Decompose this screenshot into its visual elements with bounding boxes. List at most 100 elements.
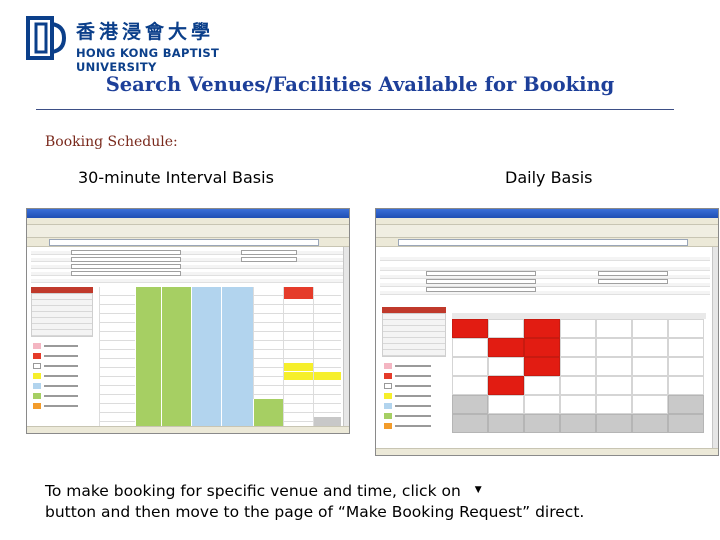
form-row bbox=[31, 279, 343, 283]
form-row bbox=[380, 257, 710, 261]
day-cell[interactable] bbox=[596, 357, 632, 376]
day-cell[interactable] bbox=[632, 319, 668, 338]
legend-swatch bbox=[33, 373, 41, 379]
day-cell[interactable] bbox=[668, 376, 704, 395]
day-cell[interactable] bbox=[524, 376, 560, 395]
legend-text bbox=[395, 425, 431, 427]
logo-english-name: HONG KONG BAPTIST UNIVERSITY bbox=[76, 46, 220, 74]
legend-text bbox=[44, 365, 78, 367]
day-column bbox=[161, 287, 191, 427]
day-cell[interactable] bbox=[596, 395, 632, 414]
browser-statusbar bbox=[376, 448, 718, 455]
day-cell[interactable] bbox=[524, 338, 560, 357]
browser-titlebar bbox=[376, 209, 718, 218]
day-cell[interactable] bbox=[668, 319, 704, 338]
day-cell[interactable] bbox=[488, 338, 524, 357]
day-cell[interactable] bbox=[488, 357, 524, 376]
browser-toolbar bbox=[376, 225, 718, 238]
day-cell[interactable] bbox=[488, 414, 524, 433]
select-field bbox=[71, 271, 181, 276]
day-cell[interactable] bbox=[452, 414, 488, 433]
day-cell[interactable] bbox=[596, 376, 632, 395]
mini-calendar bbox=[31, 293, 93, 337]
pending-slot bbox=[314, 372, 341, 380]
select-field bbox=[598, 279, 668, 284]
day-cell[interactable] bbox=[560, 376, 596, 395]
day-cell[interactable] bbox=[668, 338, 704, 357]
select-field bbox=[241, 250, 297, 255]
select-field bbox=[426, 287, 536, 292]
day-column bbox=[283, 287, 313, 427]
hkbu-logo: 香港浸會大學 HONG KONG BAPTIST UNIVERSITY bbox=[24, 14, 234, 74]
select-field bbox=[426, 271, 536, 276]
day-cell[interactable] bbox=[524, 395, 560, 414]
screenshot-interval-schedule bbox=[26, 208, 350, 434]
day-column bbox=[221, 287, 253, 427]
day-cell[interactable] bbox=[524, 357, 560, 376]
day-cell[interactable] bbox=[596, 338, 632, 357]
mini-calendar bbox=[382, 313, 446, 357]
pending-slot bbox=[284, 372, 313, 380]
day-cell[interactable] bbox=[560, 414, 596, 433]
legend-swatch bbox=[33, 403, 41, 409]
scrollbar[interactable] bbox=[343, 247, 349, 426]
day-cell[interactable] bbox=[632, 395, 668, 414]
day-cell[interactable] bbox=[596, 319, 632, 338]
legend-text bbox=[395, 365, 431, 367]
select-field bbox=[426, 279, 536, 284]
select-field bbox=[71, 264, 181, 269]
day-cell[interactable] bbox=[452, 376, 488, 395]
scrollbar[interactable] bbox=[712, 247, 718, 448]
legend-swatch bbox=[384, 363, 392, 369]
day-cell[interactable] bbox=[488, 376, 524, 395]
hkbu-logo-icon bbox=[26, 16, 67, 60]
legend-text bbox=[44, 405, 78, 407]
browser-titlebar bbox=[27, 209, 349, 218]
day-cell[interactable] bbox=[632, 414, 668, 433]
legend-swatch bbox=[33, 383, 41, 389]
browser-addressbar bbox=[376, 238, 718, 247]
legend-text bbox=[44, 355, 78, 357]
day-cell[interactable] bbox=[668, 357, 704, 376]
day-cell[interactable] bbox=[668, 395, 704, 414]
legend-text bbox=[44, 375, 78, 377]
day-cell[interactable] bbox=[560, 357, 596, 376]
day-column bbox=[191, 287, 221, 427]
address-field bbox=[49, 239, 319, 246]
day-cell[interactable] bbox=[452, 357, 488, 376]
legend-text bbox=[395, 415, 431, 417]
caption-interval-basis: 30-minute Interval Basis bbox=[78, 168, 274, 187]
legend-swatch bbox=[384, 413, 392, 419]
legend-swatch bbox=[384, 383, 392, 389]
legend-swatch bbox=[384, 373, 392, 379]
day-cell[interactable] bbox=[560, 338, 596, 357]
legend-swatch bbox=[384, 393, 392, 399]
booked-slot bbox=[284, 287, 313, 299]
select-field bbox=[241, 257, 297, 262]
day-cell[interactable] bbox=[560, 395, 596, 414]
browser-toolbar bbox=[27, 225, 349, 238]
legend-text bbox=[395, 385, 431, 387]
select-field bbox=[71, 257, 181, 262]
instruction-line-1: To make booking for specific venue and t… bbox=[45, 480, 695, 502]
day-cell[interactable] bbox=[452, 338, 488, 357]
legend-text bbox=[395, 375, 431, 377]
day-cell[interactable] bbox=[488, 319, 524, 338]
day-cell[interactable] bbox=[560, 319, 596, 338]
legend-text bbox=[44, 345, 78, 347]
day-cell[interactable] bbox=[632, 376, 668, 395]
legend-text bbox=[395, 405, 431, 407]
instruction-line-2: button and then move to the page of “Mak… bbox=[45, 503, 585, 521]
screenshot-daily-schedule bbox=[375, 208, 719, 456]
page-title: Search Venues/Facilities Available for B… bbox=[105, 73, 615, 96]
day-cell[interactable] bbox=[668, 414, 704, 433]
day-cell[interactable] bbox=[452, 395, 488, 414]
day-cell[interactable] bbox=[596, 414, 632, 433]
day-column bbox=[313, 287, 341, 427]
day-cell[interactable] bbox=[632, 338, 668, 357]
day-cell[interactable] bbox=[524, 319, 560, 338]
day-cell[interactable] bbox=[452, 319, 488, 338]
day-cell[interactable] bbox=[632, 357, 668, 376]
day-cell[interactable] bbox=[488, 395, 524, 414]
day-cell[interactable] bbox=[524, 414, 560, 433]
